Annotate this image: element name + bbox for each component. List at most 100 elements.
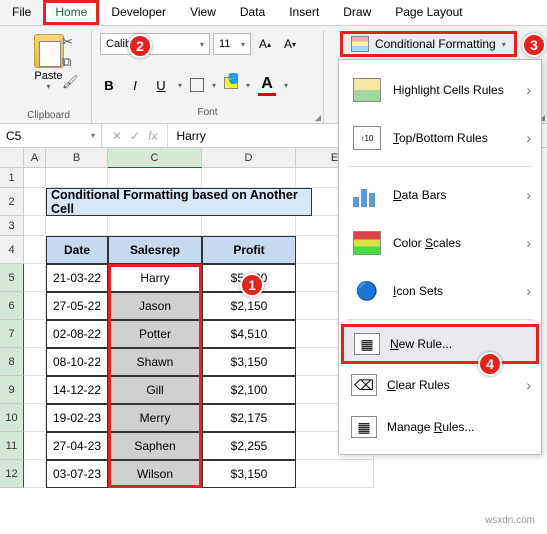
- row-header-7[interactable]: 7: [0, 320, 24, 348]
- highlight-cells-icon: [353, 78, 381, 102]
- cf-color-scales[interactable]: Color Scales: [339, 219, 541, 267]
- color-scales-icon: [353, 231, 381, 255]
- data-cell[interactable]: 14-12-22: [46, 376, 108, 404]
- cf-new-rule[interactable]: ▦ New Rule...: [341, 324, 539, 364]
- data-cell[interactable]: Jason: [108, 292, 202, 320]
- cf-highlight-rules[interactable]: Highlight Cells Rules: [339, 66, 541, 114]
- cf-colorscales-label: Color Scales: [393, 236, 529, 250]
- data-cell[interactable]: $3,150: [202, 348, 296, 376]
- data-cell[interactable]: $2,175: [202, 404, 296, 432]
- font-color-button[interactable]: A: [258, 75, 276, 96]
- row-header-5[interactable]: 5: [0, 264, 24, 292]
- cf-manage-rules[interactable]: ▦ Manage Rules...: [339, 406, 541, 448]
- callout-2: 2: [128, 34, 152, 58]
- row-header-3[interactable]: 3: [0, 216, 24, 236]
- row-header-9[interactable]: 9: [0, 376, 24, 404]
- menu-view[interactable]: View: [178, 0, 228, 25]
- increase-font-button[interactable]: A▴: [254, 33, 276, 55]
- cf-data-bars[interactable]: Data Bars: [339, 171, 541, 219]
- col-header-D[interactable]: D: [202, 148, 296, 168]
- callout-3: 3: [522, 33, 546, 57]
- fill-color-button[interactable]: 🪣: [224, 76, 238, 94]
- data-cell[interactable]: 21-03-22: [46, 264, 108, 292]
- row-header-10[interactable]: 10: [0, 404, 24, 432]
- data-cell[interactable]: Shawn: [108, 348, 202, 376]
- font-size-select[interactable]: 11 ▾: [213, 33, 251, 55]
- cf-highlight-label: Highlight Cells Rules: [393, 83, 529, 97]
- menu-separator: [347, 166, 533, 167]
- cf-icon-sets[interactable]: 🔵 Icon Sets: [339, 267, 541, 315]
- cf-newrule-label: New Rule...: [390, 337, 526, 351]
- col-header-B[interactable]: B: [46, 148, 108, 168]
- paste-icon: [34, 34, 64, 68]
- menu-draw[interactable]: Draw: [331, 0, 383, 25]
- select-all-corner[interactable]: [0, 148, 24, 168]
- menu-file[interactable]: File: [0, 0, 43, 25]
- row-header-4[interactable]: 4: [0, 236, 24, 264]
- data-cell[interactable]: $2,100: [202, 376, 296, 404]
- format-painter-icon[interactable]: 🖌: [62, 74, 80, 90]
- fill-caret-icon[interactable]: ▾: [246, 81, 250, 90]
- menu-home[interactable]: Home: [43, 0, 99, 25]
- data-cell[interactable]: 03-07-23: [46, 460, 108, 488]
- enter-icon[interactable]: ✓: [130, 129, 140, 143]
- row-header-12[interactable]: 12: [0, 460, 24, 488]
- data-cell[interactable]: Harry: [108, 264, 202, 292]
- cf-manage-label: Manage Rules...: [387, 420, 529, 434]
- cf-top-bottom-rules[interactable]: ↑10 Top/Bottom Rules: [339, 114, 541, 162]
- conditional-formatting-button[interactable]: Conditional Formatting ▾: [340, 31, 517, 57]
- data-cell[interactable]: Potter: [108, 320, 202, 348]
- data-cell[interactable]: Merry: [108, 404, 202, 432]
- font-color-caret-icon[interactable]: ▾: [284, 81, 288, 90]
- cancel-icon[interactable]: ✕: [112, 129, 122, 143]
- cf-clear-label: Clear Rules: [387, 378, 529, 392]
- menu-insert[interactable]: Insert: [277, 0, 331, 25]
- clipboard-label: Clipboard: [12, 110, 85, 123]
- data-cell[interactable]: 19-02-23: [46, 404, 108, 432]
- font-launcher[interactable]: [315, 115, 321, 121]
- col-header-C[interactable]: C: [108, 148, 202, 168]
- row-header-8[interactable]: 8: [0, 348, 24, 376]
- menu-developer[interactable]: Developer: [99, 0, 178, 25]
- bold-button[interactable]: B: [100, 78, 118, 93]
- title-cell[interactable]: Conditional Formatting based on Another …: [46, 188, 312, 216]
- col-header-A[interactable]: A: [24, 148, 46, 168]
- data-cell[interactable]: 08-10-22: [46, 348, 108, 376]
- menu-data[interactable]: Data: [228, 0, 277, 25]
- cf-databars-label: Data Bars: [393, 188, 529, 202]
- formula-value: Harry: [176, 129, 205, 143]
- data-cell[interactable]: $3,150: [202, 460, 296, 488]
- data-cell[interactable]: Wilson: [108, 460, 202, 488]
- font-name-select[interactable]: Calibri ▾: [100, 33, 210, 55]
- italic-button[interactable]: I: [126, 78, 144, 93]
- cf-clear-rules[interactable]: ⌫ Clear Rules: [339, 364, 541, 406]
- data-cell[interactable]: 27-04-23: [46, 432, 108, 460]
- menu-pagelayout[interactable]: Page Layout: [383, 0, 474, 25]
- row-header-6[interactable]: 6: [0, 292, 24, 320]
- data-cell[interactable]: $4,510: [202, 320, 296, 348]
- border-button[interactable]: [190, 78, 204, 92]
- underline-caret-icon[interactable]: ▾: [178, 81, 182, 90]
- header-date[interactable]: Date: [46, 236, 108, 264]
- paste-dropdown-caret[interactable]: ▾: [46, 82, 50, 91]
- header-salesrep[interactable]: Salesrep: [108, 236, 202, 264]
- decrease-font-button[interactable]: A▾: [279, 33, 301, 55]
- data-cell[interactable]: Gill: [108, 376, 202, 404]
- data-cell[interactable]: 02-08-22: [46, 320, 108, 348]
- underline-button[interactable]: U: [152, 78, 170, 93]
- row-header-2[interactable]: 2: [0, 188, 24, 216]
- row-header-1[interactable]: 1: [0, 168, 24, 188]
- cut-icon[interactable]: ✂: [62, 34, 80, 50]
- border-caret-icon[interactable]: ▾: [212, 81, 216, 90]
- fx-icon[interactable]: fx: [148, 129, 157, 143]
- top-bottom-icon: ↑10: [353, 126, 381, 150]
- data-cell[interactable]: Saphen: [108, 432, 202, 460]
- copy-icon[interactable]: ⧉: [62, 54, 80, 70]
- name-box[interactable]: C5 ▾: [0, 124, 102, 147]
- data-cell[interactable]: 27-05-22: [46, 292, 108, 320]
- header-profit[interactable]: Profit: [202, 236, 296, 264]
- font-size-caret-icon: ▾: [241, 40, 245, 49]
- data-cell[interactable]: $2,255: [202, 432, 296, 460]
- cells-area[interactable]: Conditional Formatting based on Another …: [24, 168, 390, 488]
- row-header-11[interactable]: 11: [0, 432, 24, 460]
